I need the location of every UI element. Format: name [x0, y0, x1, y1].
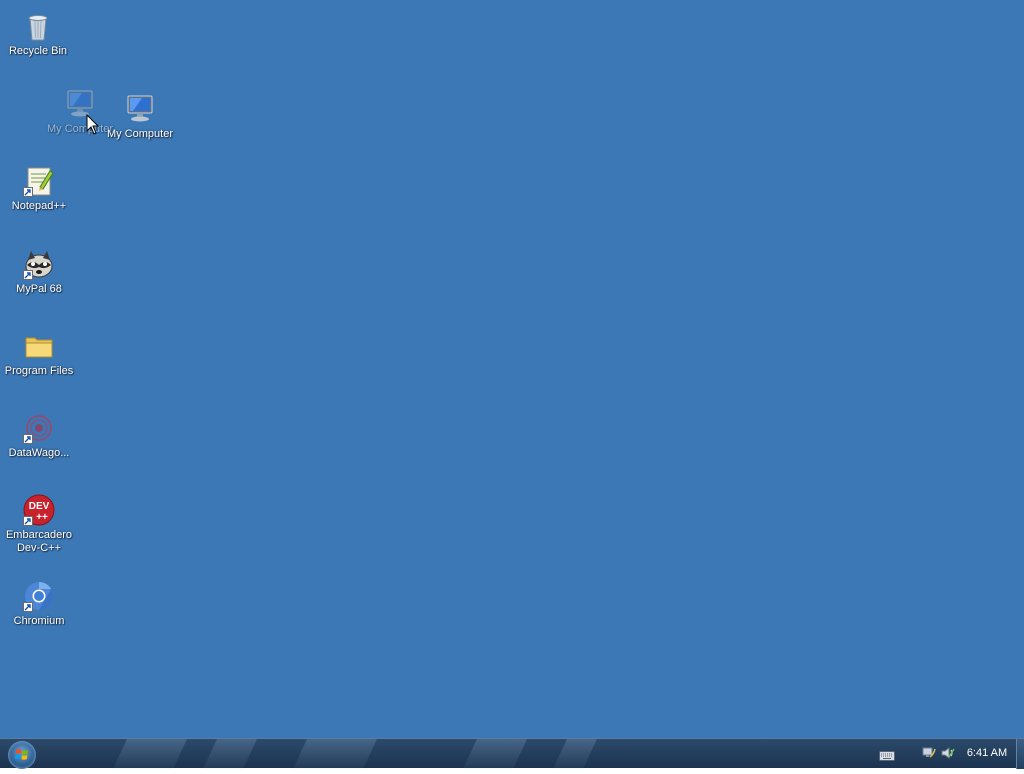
desktop-icon-label: Embarcadero Dev-C++	[5, 529, 73, 554]
svg-text:DEV: DEV	[29, 501, 50, 512]
desktop-icon-label: Notepad++	[11, 200, 67, 212]
network-icon[interactable]	[921, 745, 937, 761]
dev-cpp-icon: DEV ++	[23, 494, 55, 526]
datawagon-icon	[23, 412, 55, 444]
desktop-icon-chromium[interactable]: Chromium	[1, 580, 77, 628]
taskbar-glass-streak	[463, 739, 527, 769]
folder-icon	[23, 330, 55, 362]
windows-orb-icon	[15, 749, 28, 760]
recycle-bin-icon	[22, 10, 54, 42]
shortcut-arrow-icon	[23, 516, 33, 526]
taskbar-glass-streak	[113, 739, 187, 769]
shortcut-arrow-icon	[23, 270, 33, 280]
taskbar-glass-streak	[203, 739, 257, 769]
desktop-icon-embarcadero-dev-cpp[interactable]: DEV ++ Embarcadero Dev-C++	[1, 494, 77, 555]
desktop-icon-notepad-plus-plus[interactable]: Notepad++	[1, 165, 77, 213]
taskbar-glass-streak	[293, 739, 377, 769]
chromium-icon	[23, 580, 55, 612]
desktop-icon-datawagon[interactable]: DataWago...	[1, 412, 77, 460]
mouse-pointer-icon	[86, 113, 100, 136]
shortcut-arrow-icon	[23, 434, 33, 444]
show-desktop-button[interactable]	[1016, 739, 1024, 769]
desktop-icon-label: My Computer	[106, 128, 174, 140]
notepad-plus-plus-icon	[23, 165, 55, 197]
shortcut-arrow-icon	[23, 187, 33, 197]
desktop-icon-recycle-bin[interactable]: Recycle Bin	[0, 10, 76, 58]
shortcut-arrow-icon	[23, 602, 33, 612]
svg-text:++: ++	[36, 512, 48, 523]
desktop-icon-mypal-68[interactable]: MyPal 68	[1, 248, 77, 296]
start-button[interactable]	[8, 741, 36, 769]
desktop-icon-program-files[interactable]: Program Files	[1, 330, 77, 378]
desktop-icon-my-computer[interactable]: My Computer	[102, 93, 178, 141]
desktop-icon-label: Chromium	[13, 615, 65, 627]
computer-icon	[124, 93, 156, 125]
keyboard-icon[interactable]	[879, 748, 895, 761]
desktop[interactable]: Recycle Bin My Computer My Computer Note…	[0, 0, 1024, 738]
taskbar-clock[interactable]: 6:41 AM	[962, 747, 1012, 759]
desktop-icon-label: Program Files	[4, 365, 74, 377]
mypal-raccoon-icon	[23, 248, 55, 280]
volume-icon[interactable]	[940, 745, 956, 761]
taskbar: 6:41 AM	[0, 738, 1024, 769]
desktop-icon-label: DataWago...	[8, 447, 70, 459]
desktop-icon-label: Recycle Bin	[8, 45, 68, 57]
taskbar-glass-streak	[553, 739, 597, 769]
desktop-icon-label: MyPal 68	[16, 283, 62, 295]
